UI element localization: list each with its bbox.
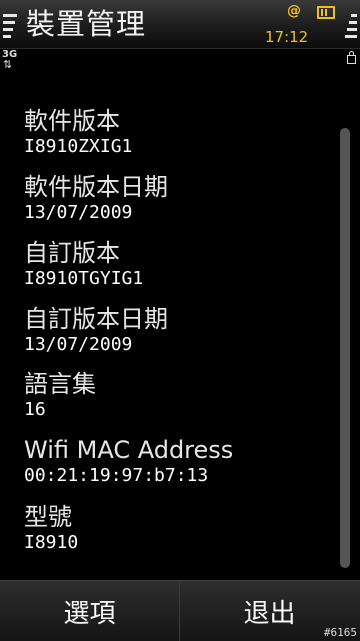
battery-level-icon xyxy=(343,14,357,46)
list-item[interactable]: 自訂版本 I8910TGYIG1 xyxy=(24,238,143,290)
options-softkey[interactable]: 選項 xyxy=(0,581,180,641)
lock-icon xyxy=(347,51,356,64)
item-label: 軟件版本 xyxy=(24,107,120,135)
item-value: I8910ZXIG1 xyxy=(24,136,133,157)
network-arrows-icon: ⇅ xyxy=(3,58,13,71)
item-label: 軟件版本日期 xyxy=(24,173,168,201)
item-value: 16 xyxy=(24,399,46,420)
list-item[interactable]: Wifi MAC Address 00:21:19:97:b7:13 xyxy=(24,435,233,487)
page-title: 裝置管理 xyxy=(26,7,147,41)
list-item[interactable]: 語言集 16 xyxy=(24,369,96,421)
list-item[interactable]: 自訂版本日期 13/07/2009 xyxy=(24,304,168,356)
at-icon: @ xyxy=(287,3,301,19)
item-value: 00:21:19:97:b7:13 xyxy=(24,465,209,486)
clock: 17:12 xyxy=(265,28,309,46)
item-value: 13/07/2009 xyxy=(24,334,133,355)
list-item[interactable]: 軟件版本 I8910ZXIG1 xyxy=(24,106,132,158)
signal-strength-icon xyxy=(3,14,17,46)
scrollbar[interactable] xyxy=(340,128,350,568)
battery-icon xyxy=(317,6,335,19)
scrollbar-thumb[interactable] xyxy=(340,128,350,568)
list-item[interactable]: 型號 I8910 xyxy=(24,502,78,554)
item-value: 13/07/2009 xyxy=(24,202,133,223)
item-label: 自訂版本 xyxy=(24,239,120,267)
list-item[interactable]: 軟件版本日期 13/07/2009 xyxy=(24,172,168,224)
item-label: 自訂版本日期 xyxy=(24,305,168,333)
title-bar: 裝置管理 @ 17:12 xyxy=(0,0,360,49)
item-label: 語言集 xyxy=(24,370,96,398)
item-value: I8910TGYIG1 xyxy=(24,268,144,289)
item-label: Wifi MAC Address xyxy=(24,436,234,464)
item-label: 型號 xyxy=(24,503,72,531)
watermark: #6165 xyxy=(323,626,357,639)
softkey-bar: 選項 退出 #6165 xyxy=(0,580,360,641)
item-value: I8910 xyxy=(24,532,79,553)
